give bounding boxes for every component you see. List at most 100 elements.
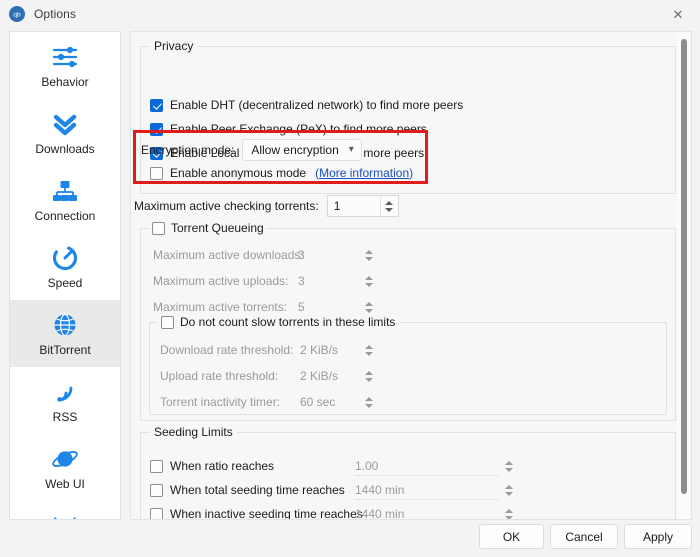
dialog-footer: OK Cancel Apply — [0, 524, 700, 557]
max-active-downloads-label: Maximum active downloads: — [153, 248, 304, 262]
enable-dht-label: Enable DHT (decentralized network) to fi… — [170, 98, 464, 112]
sidebar-item-rss[interactable]: RSS — [10, 367, 120, 434]
spinner-up-icon — [504, 484, 513, 489]
link-paren-close: ) — [409, 166, 414, 180]
when-inactive-seeding-time-reaches-value: 1440 min — [355, 504, 500, 519]
more-information-link[interactable]: More information — [319, 166, 409, 180]
when-ratio-reaches-row: When ratio reaches 1.00 — [150, 455, 517, 477]
spinner-down-icon — [504, 467, 513, 472]
enable-dht-checkbox-row[interactable]: Enable DHT (decentralized network) to fi… — [150, 98, 463, 112]
double-chevron-down-icon — [50, 109, 80, 139]
window-title: Options — [34, 7, 77, 21]
when-ratio-reaches-checkbox[interactable] — [150, 459, 163, 473]
encryption-mode-label: Encryption mode: — [141, 143, 235, 157]
encryption-mode-row: Encryption mode: Allow encryption ▾ — [141, 139, 363, 161]
enable-pex-checkbox[interactable] — [150, 122, 163, 136]
when-ratio-reaches-label: When ratio reaches — [170, 459, 275, 473]
sidebar-item-behavior[interactable]: Behavior — [10, 32, 120, 99]
sidebar-item-connection[interactable]: Connection — [10, 166, 120, 233]
download-rate-threshold-label: Download rate threshold: — [160, 343, 294, 357]
spinner-buttons[interactable] — [379, 196, 398, 216]
spinner-up-icon — [364, 396, 373, 401]
download-rate-threshold-row: Download rate threshold: 2 KiB/s — [160, 339, 377, 361]
globe-icon — [50, 310, 80, 340]
sidebar-item-label: Speed — [47, 276, 83, 290]
when-total-seeding-time-reaches-checkbox[interactable] — [150, 483, 163, 497]
sidebar-item-label: Connection — [34, 209, 96, 223]
vertical-scrollbar[interactable] — [677, 33, 690, 519]
enable-dht-checkbox[interactable] — [150, 98, 163, 112]
max-active-torrents-value: 5 — [298, 300, 305, 314]
enable-pex-checkbox-row[interactable]: Enable Peer Exchange (PeX) to find more … — [150, 122, 427, 136]
when-inactive-seeding-time-reaches-label: When inactive seeding time reaches — [170, 507, 363, 520]
spinner-down-icon — [364, 377, 373, 382]
more-information-link-wrap: (More information) — [315, 166, 413, 180]
spinner-down-icon — [504, 491, 513, 496]
max-active-uploads-row: Maximum active uploads: 3 — [153, 270, 377, 292]
spinner-up-icon — [364, 301, 373, 306]
options-dialog: qb Options ✕ Behavior Downloads Connecti… — [0, 0, 700, 557]
sidebar-item-label: Downloads — [35, 142, 95, 156]
sidebar-item-label: RSS — [52, 410, 78, 424]
max-checking-torrents-spinbox[interactable]: 1 — [326, 195, 399, 217]
when-total-seeding-time-reaches-value: 1440 min — [355, 480, 500, 500]
encryption-mode-dropdown[interactable]: Allow encryption ▾ — [242, 139, 363, 161]
max-checking-torrents-value: 1 — [333, 199, 341, 213]
spinner-up-icon — [504, 508, 513, 513]
torrent-queueing-group-title[interactable]: Torrent Queueing — [148, 221, 268, 235]
sidebar-item-speed[interactable]: Speed — [10, 233, 120, 300]
spinner-down-icon — [364, 256, 373, 261]
sidebar-item-web-ui[interactable]: Web UI — [10, 434, 120, 501]
tools-icon — [50, 511, 80, 519]
settings-sidebar: Behavior Downloads Connection Speed BitT… — [9, 31, 121, 520]
chevron-down-icon: ▾ — [348, 144, 354, 155]
max-active-downloads-value: 3 — [298, 248, 305, 262]
sidebar-item-label: BitTorrent — [39, 343, 91, 357]
spinner-down-icon — [364, 282, 373, 287]
sliders-icon — [50, 42, 80, 72]
when-inactive-seeding-time-reaches-row: When inactive seeding time reaches 1440 … — [150, 503, 517, 520]
spinner-down-icon[interactable] — [385, 207, 394, 212]
spinner-down-icon — [364, 403, 373, 408]
torrent-queueing-checkbox[interactable] — [152, 221, 165, 235]
slow-torrents-group-title[interactable]: Do not count slow torrents in these limi… — [157, 315, 400, 329]
apply-button[interactable]: Apply — [624, 524, 692, 549]
when-ratio-reaches-spinner — [500, 455, 517, 477]
when-inactive-seeding-time-reaches-checkbox[interactable] — [150, 507, 163, 519]
spinner-up-icon — [364, 344, 373, 349]
max-active-downloads-row: Maximum active downloads: 3 — [153, 244, 377, 266]
speedometer-icon — [50, 243, 80, 273]
planet-icon — [50, 444, 80, 474]
close-icon[interactable]: ✕ — [656, 0, 700, 28]
max-active-uploads-value: 3 — [298, 274, 305, 288]
when-total-seeding-time-reaches-label: When total seeding time reaches — [170, 483, 345, 497]
enable-anonymous-mode-label: Enable anonymous mode — [170, 166, 307, 180]
upload-rate-threshold-row: Upload rate threshold: 2 KiB/s — [160, 365, 377, 387]
spinner-up-icon — [364, 370, 373, 375]
torrent-inactivity-timer-value: 60 sec — [300, 395, 336, 409]
encryption-mode-value: Allow encryption — [251, 143, 339, 157]
torrent-inactivity-timer-row: Torrent inactivity timer: 60 sec — [160, 391, 377, 413]
do-not-count-slow-torrents-checkbox[interactable] — [161, 315, 174, 329]
when-inactive-seeding-time-reaches-spinner — [500, 503, 517, 519]
sidebar-item-label: Web UI — [45, 477, 85, 491]
qbittorrent-icon: qb — [9, 6, 25, 22]
spinner-up-icon — [364, 249, 373, 254]
spinner-up-icon[interactable] — [385, 200, 394, 205]
cancel-button[interactable]: Cancel — [550, 524, 618, 549]
spinner-down-icon — [364, 308, 373, 313]
sidebar-item-downloads[interactable]: Downloads — [10, 99, 120, 166]
sidebar-item-bittorrent[interactable]: BitTorrent — [10, 300, 120, 367]
privacy-group-title: Privacy — [150, 39, 198, 53]
spinner-up-icon — [504, 460, 513, 465]
enable-pex-label: Enable Peer Exchange (PeX) to find more … — [170, 122, 427, 136]
sidebar-item-advanced[interactable]: Advanced — [10, 501, 120, 519]
max-active-torrents-label: Maximum active torrents: — [153, 300, 288, 314]
enable-anonymous-mode-checkbox[interactable] — [150, 166, 163, 180]
download-rate-threshold-value: 2 KiB/s — [300, 343, 339, 357]
scrollbar-thumb[interactable] — [681, 39, 687, 494]
anonymous-mode-row: Enable anonymous mode (More information) — [150, 166, 413, 180]
network-tree-icon — [50, 176, 80, 206]
svg-text:qb: qb — [13, 11, 21, 18]
ok-button[interactable]: OK — [479, 524, 544, 549]
